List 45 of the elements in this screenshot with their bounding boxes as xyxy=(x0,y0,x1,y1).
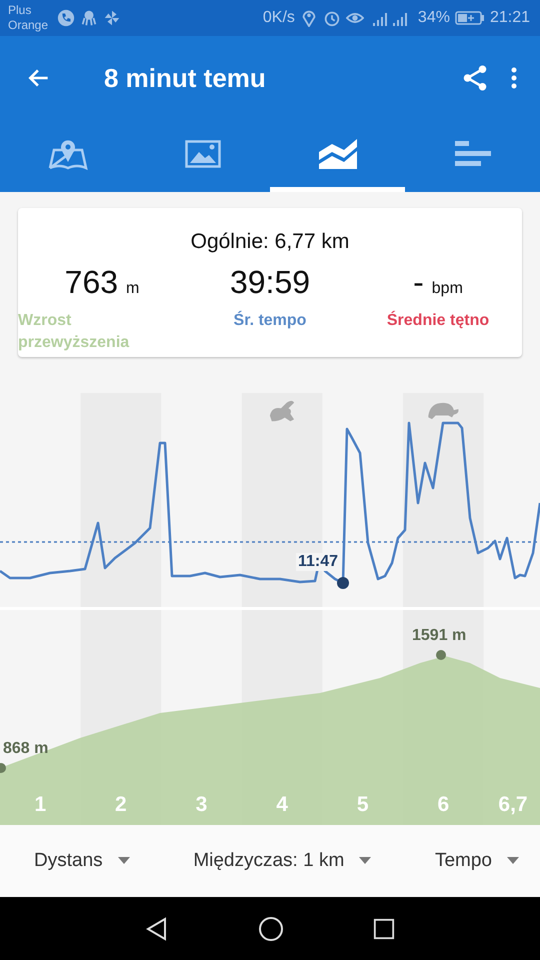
octopus-icon xyxy=(80,9,98,27)
stat-label: Wzrost przewyższenia xyxy=(18,311,130,353)
distance-label: 5 xyxy=(356,793,370,817)
caret-icon xyxy=(358,857,372,865)
battery-percent: 34% xyxy=(418,9,450,27)
dropdown[interactable]: Międzyczas: 1 km xyxy=(189,844,376,878)
carrier-name: Orange xyxy=(8,18,48,33)
map-pin-icon xyxy=(48,138,88,170)
battery-icon xyxy=(454,10,485,26)
elevation-label: 1591 m xyxy=(412,627,466,645)
stat-value: 763 xyxy=(64,264,118,301)
more-icon xyxy=(510,65,518,91)
caret-icon xyxy=(116,857,131,865)
carrier-name: Plus xyxy=(8,3,32,18)
alarm-icon xyxy=(322,9,341,27)
pinwheel-icon xyxy=(103,9,122,27)
elevation-label: 868 m xyxy=(3,740,48,758)
distance-label: 6 xyxy=(436,793,450,817)
phone-icon xyxy=(57,9,76,27)
caret-icon xyxy=(506,857,520,865)
stat-value: 39:59 xyxy=(230,264,310,301)
clock: 21:21 xyxy=(490,9,530,27)
image-icon xyxy=(184,140,220,168)
stat-unit: m xyxy=(126,280,140,298)
back-triangle-icon xyxy=(144,916,169,940)
location-icon xyxy=(300,9,318,27)
stat-unit: bpm xyxy=(432,280,463,298)
bars-icon xyxy=(454,138,492,168)
pace-marker-label: 11:47 xyxy=(296,553,340,571)
total-distance: Ogólnie: 6,77 km xyxy=(190,230,350,254)
distance-label: 4 xyxy=(275,793,289,817)
area-chart-icon xyxy=(318,138,358,170)
recents-square-icon xyxy=(373,918,396,940)
dropdown[interactable]: Dystans xyxy=(30,844,135,878)
distance-label: 1 xyxy=(33,793,48,817)
distance-label: 3 xyxy=(194,793,208,817)
stat-label: Śr. tempo xyxy=(234,310,306,331)
network-speed: 0K/s xyxy=(262,9,295,27)
dropdown[interactable]: Tempo xyxy=(430,844,524,878)
home-circle-icon xyxy=(258,916,284,942)
stat-value: - xyxy=(413,264,424,301)
distance-label: 6,7 xyxy=(497,793,529,817)
screen-title: 8 minut temu xyxy=(104,62,267,94)
stat-label: Średnie tętno xyxy=(386,310,490,331)
distance-label: 2 xyxy=(114,793,128,817)
